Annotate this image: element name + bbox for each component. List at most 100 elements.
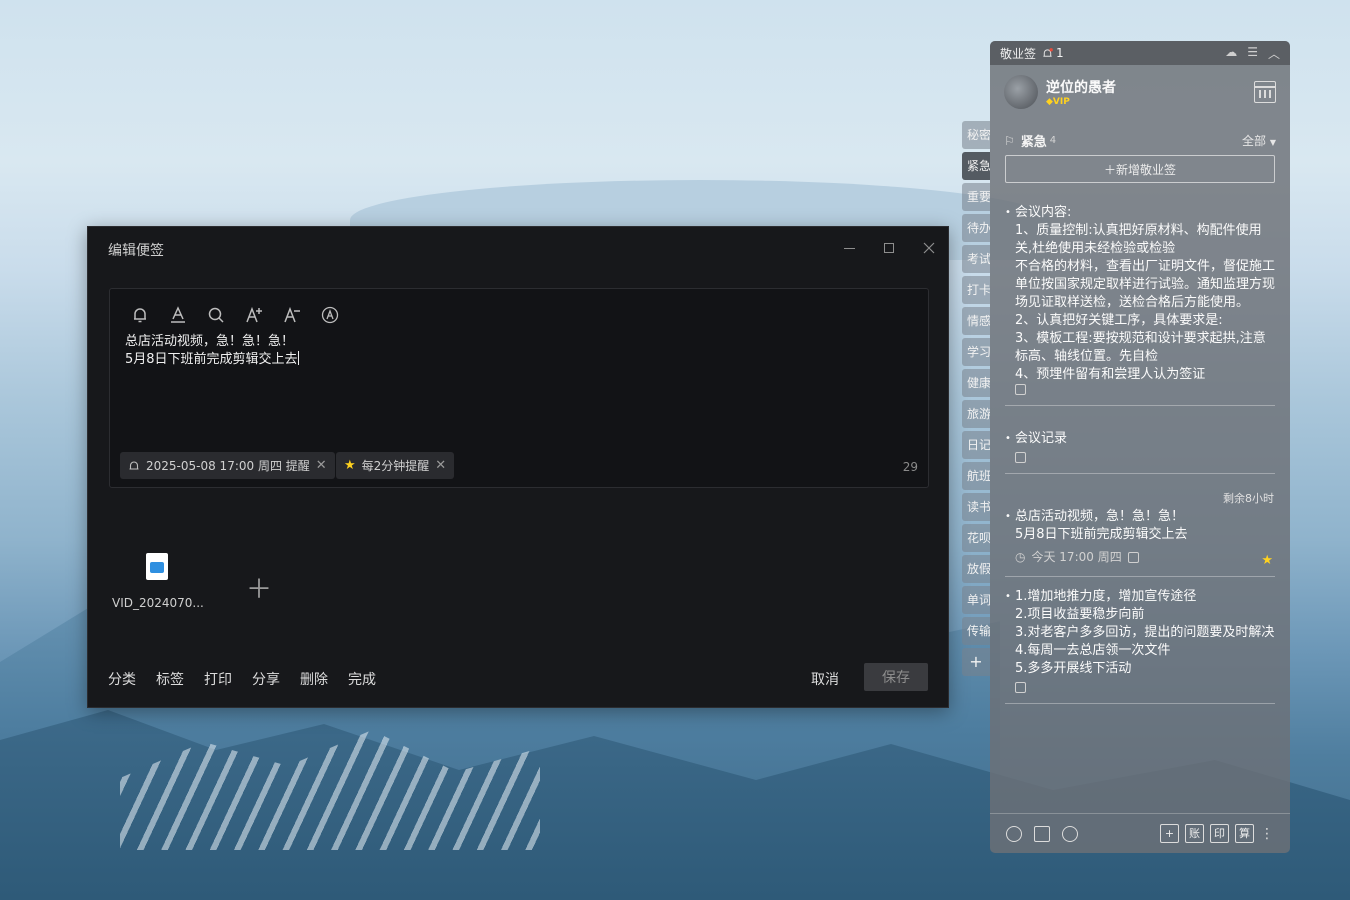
checklist-icon[interactable]: [1034, 825, 1050, 842]
new-note-button[interactable]: ＋新增敬业签: [1005, 155, 1275, 183]
remove-repeat-button[interactable]: ✕: [435, 458, 446, 473]
auto-format-button[interactable]: [318, 303, 342, 327]
category-tabs: 秘密 紧急 重要 待办 考试 打卡 情感 学习 健康 旅游 日记 航班 读书 花…: [962, 121, 990, 679]
auto-format-icon: [321, 306, 339, 324]
minimize-icon: [843, 247, 855, 249]
cloud-sync-icon[interactable]: ☁: [1225, 45, 1237, 62]
tab-reading[interactable]: 读书: [962, 493, 990, 521]
tab-urgent[interactable]: 紧急: [962, 152, 990, 180]
search-button[interactable]: [204, 303, 228, 327]
notification-button[interactable]: 1: [1042, 46, 1064, 60]
tab-emotion[interactable]: 情感: [962, 307, 990, 335]
category-count: 4: [1049, 135, 1057, 146]
minimize-button[interactable]: [838, 237, 860, 259]
tab-words[interactable]: 单词: [962, 586, 990, 614]
divider: [1005, 576, 1275, 577]
avatar[interactable]: [1004, 75, 1038, 109]
remove-reminder-button[interactable]: ✕: [316, 458, 327, 473]
tab-huabei[interactable]: 花呗: [962, 524, 990, 552]
tab-holiday[interactable]: 放假: [962, 555, 990, 583]
window-title: 编辑便签: [108, 243, 164, 259]
tab-diary[interactable]: 日记: [962, 431, 990, 459]
font-increase-icon: [246, 306, 262, 323]
notification-count: 1: [1056, 46, 1064, 60]
format-toolbar: [128, 303, 342, 327]
user-name: 逆位的愚者: [1046, 80, 1116, 96]
clock-icon[interactable]: [1006, 825, 1022, 842]
tab-study[interactable]: 学习: [962, 338, 990, 366]
divider: [1005, 703, 1275, 704]
list-item[interactable]: • 会议记录: [1005, 430, 1275, 474]
print-button[interactable]: 印: [1210, 824, 1229, 843]
maximize-button[interactable]: [878, 237, 900, 259]
note-edit-area[interactable]: 总店活动视频，急！急！急！ 5月8日下班前完成剪辑交上去 2025-05-08 …: [109, 288, 929, 488]
user-info[interactable]: 逆位的愚者 ◆VIP: [1004, 75, 1116, 109]
video-file-icon: [146, 553, 168, 580]
bookmark-icon: ⚐: [1004, 133, 1015, 148]
bullet-icon: •: [1005, 207, 1011, 218]
text-color-button[interactable]: [166, 303, 190, 327]
star-icon: ★: [344, 458, 356, 473]
note-text[interactable]: 总店活动视频，急！急！急！ 5月8日下班前完成剪辑交上去: [125, 333, 299, 369]
note-text-line: 5月8日下班前完成剪辑交上去: [125, 351, 299, 367]
bullet-icon: •: [1005, 433, 1011, 444]
char-count: 29: [902, 460, 918, 474]
divider: [1005, 405, 1275, 406]
app-title: 敬业签: [1000, 46, 1037, 61]
delete-button[interactable]: 删除: [300, 669, 328, 689]
note-body: 会议记录: [1015, 431, 1068, 446]
tab-checkin[interactable]: 打卡: [962, 276, 990, 304]
close-button[interactable]: [918, 237, 940, 259]
add-category-button[interactable]: +: [962, 648, 990, 676]
share-button[interactable]: 分享: [252, 669, 280, 689]
note-text-line: 总店活动视频，急！急！急！: [125, 334, 295, 349]
save-button[interactable]: 保存: [864, 663, 928, 691]
account-button[interactable]: 账: [1185, 824, 1204, 843]
tab-todo[interactable]: 待办: [962, 214, 990, 242]
reminder-button[interactable]: [128, 303, 152, 327]
add-attachment-button[interactable]: ＋: [246, 569, 272, 606]
repeat-reminder-chip[interactable]: ★ 每2分钟提醒 ✕: [336, 452, 455, 479]
complete-button[interactable]: 完成: [348, 669, 376, 689]
tab-exam[interactable]: 考试: [962, 245, 990, 273]
menu-icon[interactable]: ☰: [1247, 45, 1258, 62]
font-increase-button[interactable]: [242, 303, 266, 327]
list-item[interactable]: • 总店活动视频，急！急！急！ 5月8日下班前完成剪辑交上去 ◷ 今天 17:0…: [1005, 508, 1275, 577]
tab-secret[interactable]: 秘密: [962, 121, 990, 149]
list-item[interactable]: • 1.增加地推力度，增加宣传途径 2.项目收益要稳步向前 3.对老客户多多回访…: [1005, 588, 1275, 704]
attachment-item[interactable]: VID_2024070...: [112, 553, 204, 610]
tag-button[interactable]: 标签: [156, 669, 184, 689]
font-decrease-icon: [284, 306, 300, 323]
collapse-icon[interactable]: ︿: [1268, 45, 1280, 62]
cancel-button[interactable]: 取消: [811, 669, 839, 689]
editor-action-bar: 分类 标签 打印 分享 删除 完成: [108, 669, 376, 689]
repeat-reminder-label: 每2分钟提醒: [361, 459, 430, 473]
clock-icon: ◷: [1015, 550, 1026, 564]
reminder-time: 今天 17:00 周四: [1031, 550, 1122, 564]
search-icon[interactable]: [1062, 825, 1078, 842]
maximize-icon: [884, 243, 894, 253]
tab-flight[interactable]: 航班: [962, 462, 990, 490]
filter-label: 全部: [1242, 134, 1267, 148]
filter-dropdown[interactable]: 全部 ▼: [1242, 132, 1276, 149]
list-item[interactable]: • 会议内容: 1、质量控制:认真把好原材料、构配件使用关,杜绝使用未经检验或检…: [1005, 204, 1275, 406]
print-button[interactable]: 打印: [204, 669, 232, 689]
vip-label: VIP: [1052, 97, 1070, 107]
category-name: 紧急: [1020, 135, 1047, 150]
tab-transfer[interactable]: 传输: [962, 617, 990, 645]
more-icon[interactable]: ⋮: [1260, 826, 1274, 842]
note-meta: [1015, 384, 1275, 395]
tab-travel[interactable]: 旅游: [962, 400, 990, 428]
note-meta: ◷ 今天 17:00 周四: [1015, 548, 1275, 566]
tab-important[interactable]: 重要: [962, 183, 990, 211]
tab-health[interactable]: 健康: [962, 369, 990, 397]
calculator-button[interactable]: 算: [1235, 824, 1254, 843]
reminder-chip[interactable]: 2025-05-08 17:00 周四 提醒 ✕: [120, 452, 335, 479]
add-button[interactable]: +: [1160, 824, 1179, 843]
calendar-icon[interactable]: [1254, 81, 1276, 103]
new-note-label: 新增敬业签: [1116, 162, 1177, 177]
category-button[interactable]: 分类: [108, 669, 136, 689]
font-decrease-button[interactable]: [280, 303, 304, 327]
attachment-name: VID_2024070...: [112, 596, 204, 610]
attachment-icon: [1015, 682, 1026, 693]
